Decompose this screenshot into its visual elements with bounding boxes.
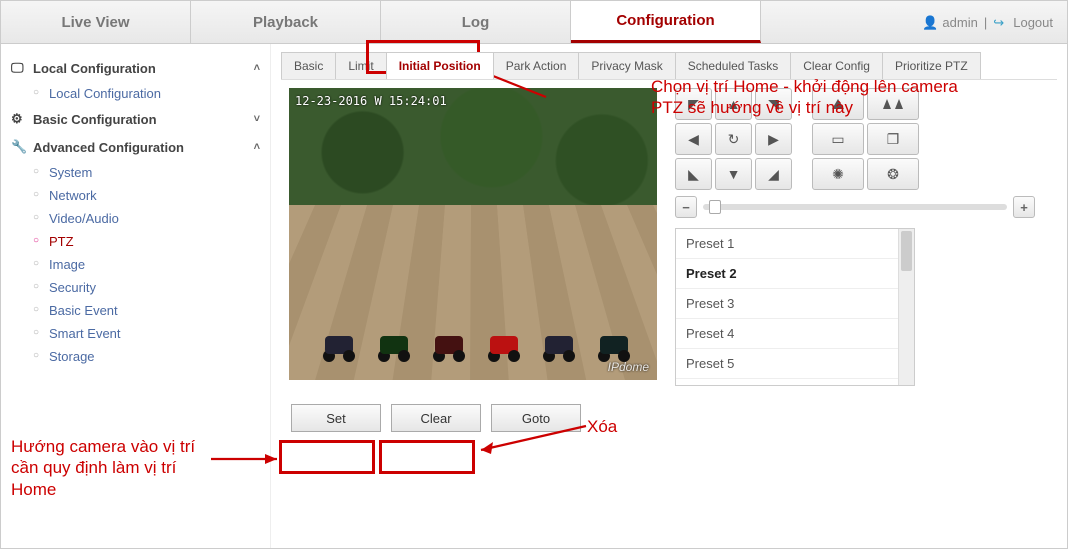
subtabs: Basic Limit Initial Position Park Action…	[281, 52, 1057, 80]
video-timestamp: 12-23-2016 W 15:24:01	[295, 94, 447, 108]
sidebar-item-basic-event[interactable]: Basic Event	[33, 299, 264, 322]
tab-log[interactable]: Log	[381, 1, 571, 43]
ptz-up[interactable]: ▲	[715, 88, 752, 120]
sidebar-section-advanced[interactable]: Advanced Configuration ˄	[7, 133, 264, 161]
ptz-down-left[interactable]: ◣	[675, 158, 712, 190]
sidebar-item-image[interactable]: Image	[33, 253, 264, 276]
chevron-up-icon: ˄	[254, 62, 260, 74]
separator: |	[984, 15, 987, 30]
video-preview[interactable]: 12-23-2016 W 15:24:01 IPdome	[289, 88, 657, 380]
tab-live-view[interactable]: Live View	[1, 1, 191, 43]
clear-button[interactable]: Clear	[391, 404, 481, 432]
user-icon	[922, 15, 936, 29]
ptz-focus-near[interactable]: ▭	[812, 123, 864, 155]
goto-button[interactable]: Goto	[491, 404, 581, 432]
chevron-up-icon: ˄	[254, 141, 260, 153]
subtab-basic[interactable]: Basic	[281, 52, 336, 79]
ptz-up-right[interactable]: ◥	[755, 88, 792, 120]
sidebar-item-ptz[interactable]: PTZ	[33, 230, 264, 253]
sidebar-section-label: Local Configuration	[33, 61, 156, 76]
ptz-right[interactable]: ▶	[755, 123, 792, 155]
screen-icon	[11, 60, 27, 76]
video-brand: IPdome	[608, 360, 649, 374]
sidebar-item-smart-event[interactable]: Smart Event	[33, 322, 264, 345]
gear-icon	[11, 111, 27, 127]
top-nav: Live View Playback Log Configuration adm…	[0, 0, 1068, 44]
scrollbar[interactable]	[898, 229, 914, 385]
subtab-scheduled-tasks[interactable]: Scheduled Tasks	[675, 52, 792, 79]
sidebar: Local Configuration ˄ Local Configuratio…	[1, 44, 271, 548]
slider-thumb[interactable]	[709, 200, 721, 214]
subtab-park-action[interactable]: Park Action	[493, 52, 580, 79]
sidebar-section-label: Advanced Configuration	[33, 140, 184, 155]
subtab-clear-config[interactable]: Clear Config	[790, 52, 883, 79]
preset-item[interactable]: Preset 1	[676, 229, 914, 259]
ptz-auto[interactable]: ↻	[715, 123, 752, 155]
ptz-zoom-in[interactable]	[812, 88, 864, 120]
content: Basic Limit Initial Position Park Action…	[271, 44, 1067, 548]
speed-slider[interactable]	[703, 204, 1007, 210]
ptz-down[interactable]: ▼	[715, 158, 752, 190]
subtab-limit[interactable]: Limit	[335, 52, 386, 79]
user-name: admin	[942, 15, 977, 30]
preset-list: Preset 1 Preset 2 Preset 3 Preset 4 Pres…	[675, 228, 915, 386]
sidebar-item-system[interactable]: System	[33, 161, 264, 184]
tab-playback[interactable]: Playback	[191, 1, 381, 43]
ptz-panel: ◤ ▲ ◥ ◀ ↻ ▶ ▭ ❐ ◣ ▼ ◢ ✺	[675, 88, 1035, 386]
ptz-iris-open[interactable]: ✺	[812, 158, 864, 190]
ptz-focus-far[interactable]: ❐	[867, 123, 919, 155]
annotation-box	[279, 440, 375, 474]
subtab-privacy-mask[interactable]: Privacy Mask	[578, 52, 675, 79]
tab-configuration[interactable]: Configuration	[571, 1, 761, 43]
sidebar-section-local[interactable]: Local Configuration ˄	[7, 54, 264, 82]
speed-plus[interactable]: +	[1013, 196, 1035, 218]
sidebar-item-storage[interactable]: Storage	[33, 345, 264, 368]
sidebar-item-video-audio[interactable]: Video/Audio	[33, 207, 264, 230]
preset-item[interactable]: Preset 4	[676, 319, 914, 349]
logout-icon[interactable]	[993, 15, 1007, 29]
sidebar-item-local-configuration[interactable]: Local Configuration	[33, 82, 264, 105]
preset-item[interactable]: Preset 2	[676, 259, 914, 289]
speed-minus[interactable]: −	[675, 196, 697, 218]
ptz-up-left[interactable]: ◤	[675, 88, 712, 120]
logout-link[interactable]: Logout	[1013, 15, 1053, 30]
sidebar-section-label: Basic Configuration	[33, 112, 157, 127]
wrench-icon	[11, 139, 27, 155]
preset-item[interactable]: Preset 3	[676, 289, 914, 319]
subtab-prioritize-ptz[interactable]: Prioritize PTZ	[882, 52, 981, 79]
set-button[interactable]: Set	[291, 404, 381, 432]
annotation-box	[379, 440, 475, 474]
sidebar-item-security[interactable]: Security	[33, 276, 264, 299]
ptz-zoom-out[interactable]	[867, 88, 919, 120]
sidebar-item-network[interactable]: Network	[33, 184, 264, 207]
chevron-down-icon: ˅	[254, 113, 260, 125]
ptz-left[interactable]: ◀	[675, 123, 712, 155]
preset-item[interactable]: Preset 5	[676, 349, 914, 379]
ptz-iris-close[interactable]: ❂	[867, 158, 919, 190]
subtab-initial-position[interactable]: Initial Position	[386, 52, 494, 79]
ptz-down-right[interactable]: ◢	[755, 158, 792, 190]
user-area: admin | Logout	[922, 15, 1067, 30]
sidebar-section-basic[interactable]: Basic Configuration ˅	[7, 105, 264, 133]
